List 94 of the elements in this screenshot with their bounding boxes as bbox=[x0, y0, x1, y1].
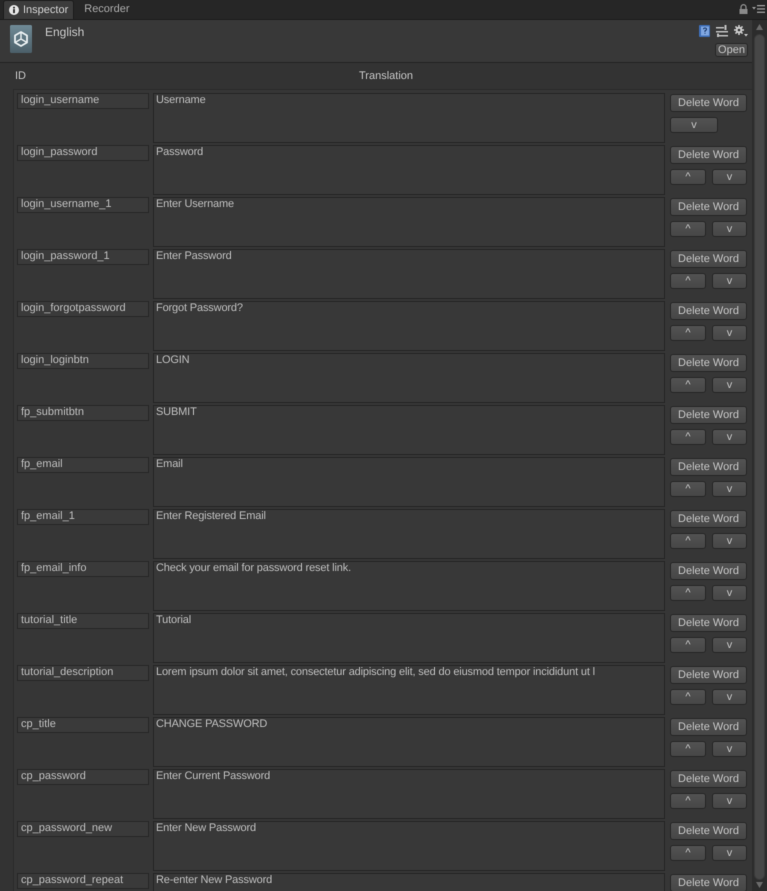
id-field[interactable]: login_loginbtn bbox=[17, 353, 149, 369]
move-down-button[interactable]: v bbox=[712, 741, 747, 757]
id-field[interactable]: cp_password bbox=[17, 769, 149, 785]
delete-word-button[interactable]: Delete Word bbox=[670, 250, 747, 268]
id-field[interactable]: cp_title bbox=[17, 717, 149, 733]
id-field[interactable]: login_forgotpassword bbox=[17, 301, 149, 317]
delete-word-button[interactable]: Delete Word bbox=[670, 822, 747, 840]
scroll-down-icon[interactable] bbox=[756, 882, 763, 888]
header-title: English bbox=[45, 25, 84, 40]
delete-word-button[interactable]: Delete Word bbox=[670, 406, 747, 424]
scrollbar[interactable] bbox=[752, 20, 767, 891]
id-field[interactable]: tutorial_title bbox=[17, 613, 149, 629]
move-down-button[interactable]: v bbox=[712, 481, 747, 497]
move-up-button[interactable]: ^ bbox=[670, 325, 706, 341]
id-field[interactable]: login_username_1 bbox=[17, 197, 149, 213]
move-up-button[interactable]: ^ bbox=[670, 845, 706, 861]
id-field[interactable]: tutorial_description bbox=[17, 665, 149, 681]
move-down-button[interactable]: v bbox=[712, 793, 747, 809]
open-button[interactable]: Open bbox=[715, 43, 748, 57]
cube-icon bbox=[10, 25, 32, 53]
delete-word-button[interactable]: Delete Word bbox=[670, 510, 747, 528]
delete-word-button[interactable]: Delete Word bbox=[670, 198, 747, 216]
info-icon bbox=[9, 5, 19, 15]
move-down-button[interactable]: v bbox=[670, 117, 718, 133]
settings-icon[interactable] bbox=[734, 25, 748, 37]
column-heading: Translation bbox=[359, 68, 414, 84]
delete-word-button[interactable]: Delete Word bbox=[670, 718, 747, 736]
move-down-button[interactable]: v bbox=[712, 689, 747, 705]
move-down-button[interactable]: v bbox=[712, 273, 747, 289]
move-down-button[interactable]: v bbox=[712, 429, 747, 445]
sliders-icon[interactable] bbox=[716, 25, 728, 37]
move-up-button[interactable]: ^ bbox=[670, 585, 706, 601]
delete-word-button[interactable]: Delete Word bbox=[670, 770, 747, 788]
move-up-button[interactable]: ^ bbox=[670, 481, 706, 497]
translation-field[interactable]: Enter Registered Email bbox=[153, 509, 665, 559]
move-up-button[interactable]: ^ bbox=[670, 533, 706, 549]
move-down-button[interactable]: v bbox=[712, 325, 747, 341]
move-down-button[interactable]: v bbox=[712, 637, 747, 653]
translation-field[interactable]: Email bbox=[153, 457, 665, 507]
id-field[interactable]: login_password_1 bbox=[17, 249, 149, 265]
move-down-button[interactable]: v bbox=[712, 377, 747, 393]
translation-field[interactable]: Enter Username bbox=[153, 197, 665, 247]
translation-field[interactable]: Username bbox=[153, 93, 665, 143]
delete-word-button[interactable]: Delete Word bbox=[670, 94, 747, 112]
id-field[interactable]: login_username bbox=[17, 93, 149, 109]
scroll-up-icon[interactable] bbox=[756, 24, 763, 30]
scrollbar-thumb[interactable] bbox=[754, 34, 765, 880]
tab[interactable]: Inspector bbox=[3, 0, 74, 19]
delete-word-button[interactable]: Delete Word bbox=[670, 562, 747, 580]
move-up-button[interactable]: ^ bbox=[670, 793, 706, 809]
translation-field[interactable]: Forgot Password? bbox=[153, 301, 665, 351]
translation-field[interactable]: Re-enter New Password bbox=[153, 873, 665, 891]
lock-icon[interactable] bbox=[739, 4, 748, 14]
id-field[interactable]: login_password bbox=[17, 145, 149, 161]
move-up-button[interactable]: ^ bbox=[670, 689, 706, 705]
delete-word-button[interactable]: Delete Word bbox=[670, 354, 747, 372]
translation-field[interactable]: Lorem ipsum dolor sit amet, consectetur adipiscing elit, sed do eiusmod tempor incididunt ut l bbox=[153, 665, 665, 715]
move-down-button[interactable]: v bbox=[712, 585, 747, 601]
tab[interactable]: Recorder bbox=[76, 0, 138, 19]
id-field[interactable]: fp_submitbtn bbox=[17, 405, 149, 421]
translation-field[interactable]: Password bbox=[153, 145, 665, 195]
move-down-button[interactable]: v bbox=[712, 533, 747, 549]
translation-field[interactable]: SUBMIT bbox=[153, 405, 665, 455]
delete-word-button[interactable]: Delete Word bbox=[670, 874, 747, 891]
move-down-button[interactable]: v bbox=[712, 169, 747, 185]
column-heading: ID bbox=[15, 68, 26, 84]
delete-word-button[interactable]: Delete Word bbox=[670, 458, 747, 476]
move-up-button[interactable]: ^ bbox=[670, 221, 706, 237]
help-book-icon[interactable] bbox=[699, 25, 710, 37]
translation-field[interactable]: LOGIN bbox=[153, 353, 665, 403]
move-up-button[interactable]: ^ bbox=[670, 377, 706, 393]
move-up-button[interactable]: ^ bbox=[670, 741, 706, 757]
move-up-button[interactable]: ^ bbox=[670, 637, 706, 653]
move-down-button[interactable]: v bbox=[712, 845, 747, 861]
translation-field[interactable]: CHANGE PASSWORD bbox=[153, 717, 665, 767]
delete-word-button[interactable]: Delete Word bbox=[670, 614, 747, 632]
delete-word-button[interactable]: Delete Word bbox=[670, 666, 747, 684]
id-field[interactable]: cp_password_repeat bbox=[17, 873, 149, 889]
id-field[interactable]: fp_email bbox=[17, 457, 149, 473]
translation-field[interactable]: Enter Password bbox=[153, 249, 665, 299]
delete-word-button[interactable]: Delete Word bbox=[670, 302, 747, 320]
translation-field[interactable]: Tutorial bbox=[153, 613, 665, 663]
delete-word-button[interactable]: Delete Word bbox=[670, 146, 747, 164]
id-field[interactable]: fp_email_1 bbox=[17, 509, 149, 525]
translation-field[interactable]: Check your email for password reset link. bbox=[153, 561, 665, 611]
move-up-button[interactable]: ^ bbox=[670, 429, 706, 445]
translation-field[interactable]: Enter New Password bbox=[153, 821, 665, 871]
move-up-button[interactable]: ^ bbox=[670, 273, 706, 289]
menu-icon[interactable] bbox=[752, 5, 765, 13]
move-up-button[interactable]: ^ bbox=[670, 169, 706, 185]
id-field[interactable]: cp_password_new bbox=[17, 821, 149, 837]
id-field[interactable]: fp_email_info bbox=[17, 561, 149, 577]
move-down-button[interactable]: v bbox=[712, 221, 747, 237]
translation-field[interactable]: Enter Current Password bbox=[153, 769, 665, 819]
